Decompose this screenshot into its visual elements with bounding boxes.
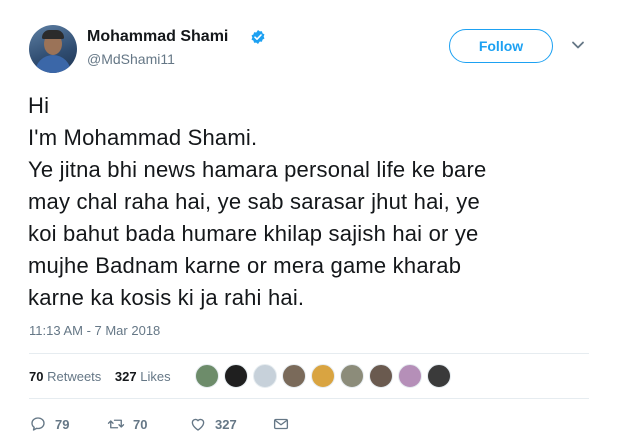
tweet-timestamp[interactable]: 11:13 AM - 7 Mar 2018 (29, 323, 160, 338)
retweet-button[interactable]: 70 (107, 415, 189, 433)
author-name[interactable]: Mohammad Shami (87, 28, 228, 46)
liker-avatar[interactable] (369, 364, 393, 388)
liker-avatar[interactable] (427, 364, 451, 388)
retweet-count: 70 (133, 416, 148, 432)
avatar-cap (42, 30, 64, 39)
retweets-count: 70 (29, 369, 44, 384)
retweets-stat[interactable]: 70 Retweets (29, 369, 101, 384)
follow-button[interactable]: Follow (449, 29, 553, 63)
liker-avatar[interactable] (282, 364, 306, 388)
verified-badge-icon (251, 30, 265, 44)
retweet-icon (107, 419, 125, 429)
envelope-icon (273, 418, 289, 430)
likers-avatars (195, 364, 456, 388)
liker-avatar[interactable] (224, 364, 248, 388)
tweet-line: I'm Mohammad Shami. (28, 125, 258, 150)
liker-avatar[interactable] (253, 364, 277, 388)
liker-avatar[interactable] (398, 364, 422, 388)
avatar-shirt (35, 55, 71, 73)
reply-icon (31, 417, 45, 431)
likes-stat[interactable]: 327 Likes (115, 369, 171, 384)
tweet-line: karne ka kosis ki ja rahi hai. (28, 285, 305, 310)
tweet-text: Hi I'm Mohammad Shami. Ye jitna bhi news… (28, 90, 608, 314)
tweet-line: Hi (28, 93, 50, 118)
reply-button[interactable]: 79 (29, 415, 107, 433)
tweet-line: mujhe Badnam karne or mera game kharab (28, 253, 462, 278)
likes-label: Likes (140, 369, 171, 384)
tweet-line: koi bahut bada humare khilap sajish hai … (28, 221, 479, 246)
retweets-label: Retweets (47, 369, 102, 384)
divider (29, 398, 589, 399)
tweet-line: Ye jitna bhi news hamara personal life k… (28, 157, 487, 182)
divider (29, 353, 589, 354)
chevron-down-icon[interactable] (571, 40, 585, 50)
author-handle[interactable]: @MdShami11 (87, 51, 175, 67)
reply-count: 79 (55, 416, 70, 432)
likes-count: 327 (114, 369, 137, 384)
tweet-actions: 79 70 327 (29, 414, 290, 434)
liker-avatar[interactable] (311, 364, 335, 388)
like-button[interactable]: 327 (189, 415, 272, 433)
like-count: 327 (215, 416, 237, 432)
heart-icon (191, 418, 205, 431)
liker-avatar[interactable] (340, 364, 364, 388)
direct-message-button[interactable] (272, 415, 290, 433)
avatar[interactable] (29, 25, 77, 73)
liker-avatar[interactable] (195, 364, 219, 388)
tweet-stats: 70 Retweets 327 Likes (29, 369, 171, 384)
tweet-line: may chal raha hai, ye sab sarasar jhut h… (28, 189, 480, 214)
